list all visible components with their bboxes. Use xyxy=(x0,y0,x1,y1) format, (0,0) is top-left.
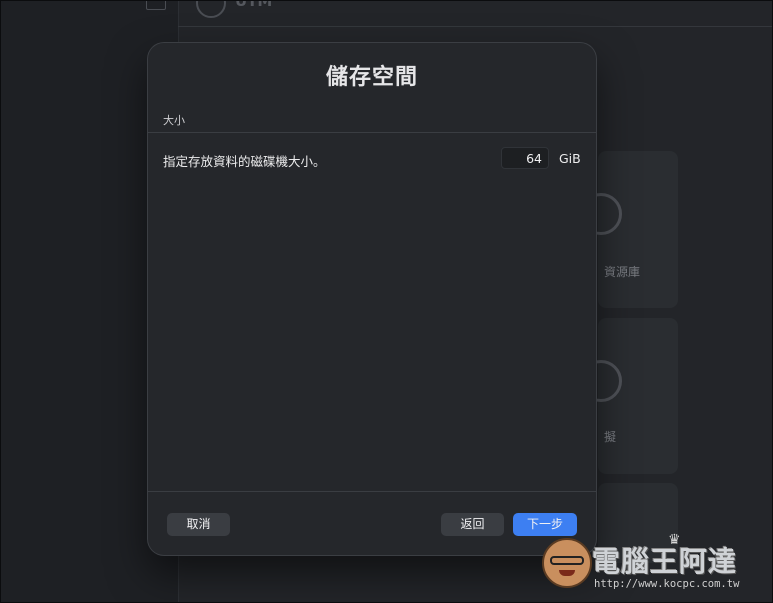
section-divider xyxy=(148,132,596,133)
watermark-name: 電腦王阿達 xyxy=(592,545,738,578)
back-button[interactable]: 返回 xyxy=(441,513,504,536)
watermark-url: http://www.kocpc.com.tw xyxy=(594,578,740,590)
background-app-title: UTM xyxy=(235,0,273,10)
disk-size-label: 指定存放資料的磁碟機大小。 xyxy=(163,154,326,169)
card-label: 擬 xyxy=(604,430,617,444)
storage-dialog: 儲存空間 大小 指定存放資料的磁碟機大小。 GiB 取消 返回 下一步 xyxy=(148,43,596,555)
footer-divider xyxy=(148,491,596,492)
mascot-face-icon xyxy=(542,538,592,588)
disk-size-input[interactable] xyxy=(501,147,549,169)
cancel-button[interactable]: 取消 xyxy=(167,513,230,536)
background-card-library[interactable]: 資源庫 xyxy=(580,151,678,308)
section-label-size: 大小 xyxy=(163,114,185,127)
dialog-title: 儲存空間 xyxy=(325,65,418,90)
mouth-icon xyxy=(559,570,575,576)
disk-size-unit: GiB xyxy=(559,151,581,166)
watermark-logo: ♛ 電腦王阿達 http://www.kocpc.com.tw xyxy=(540,530,766,598)
background-card-virtualize[interactable]: 擬 xyxy=(580,318,678,474)
card-label: 資源庫 xyxy=(604,265,641,279)
sidebar-toggle-icon[interactable] xyxy=(146,0,166,10)
glasses-icon xyxy=(550,556,584,565)
